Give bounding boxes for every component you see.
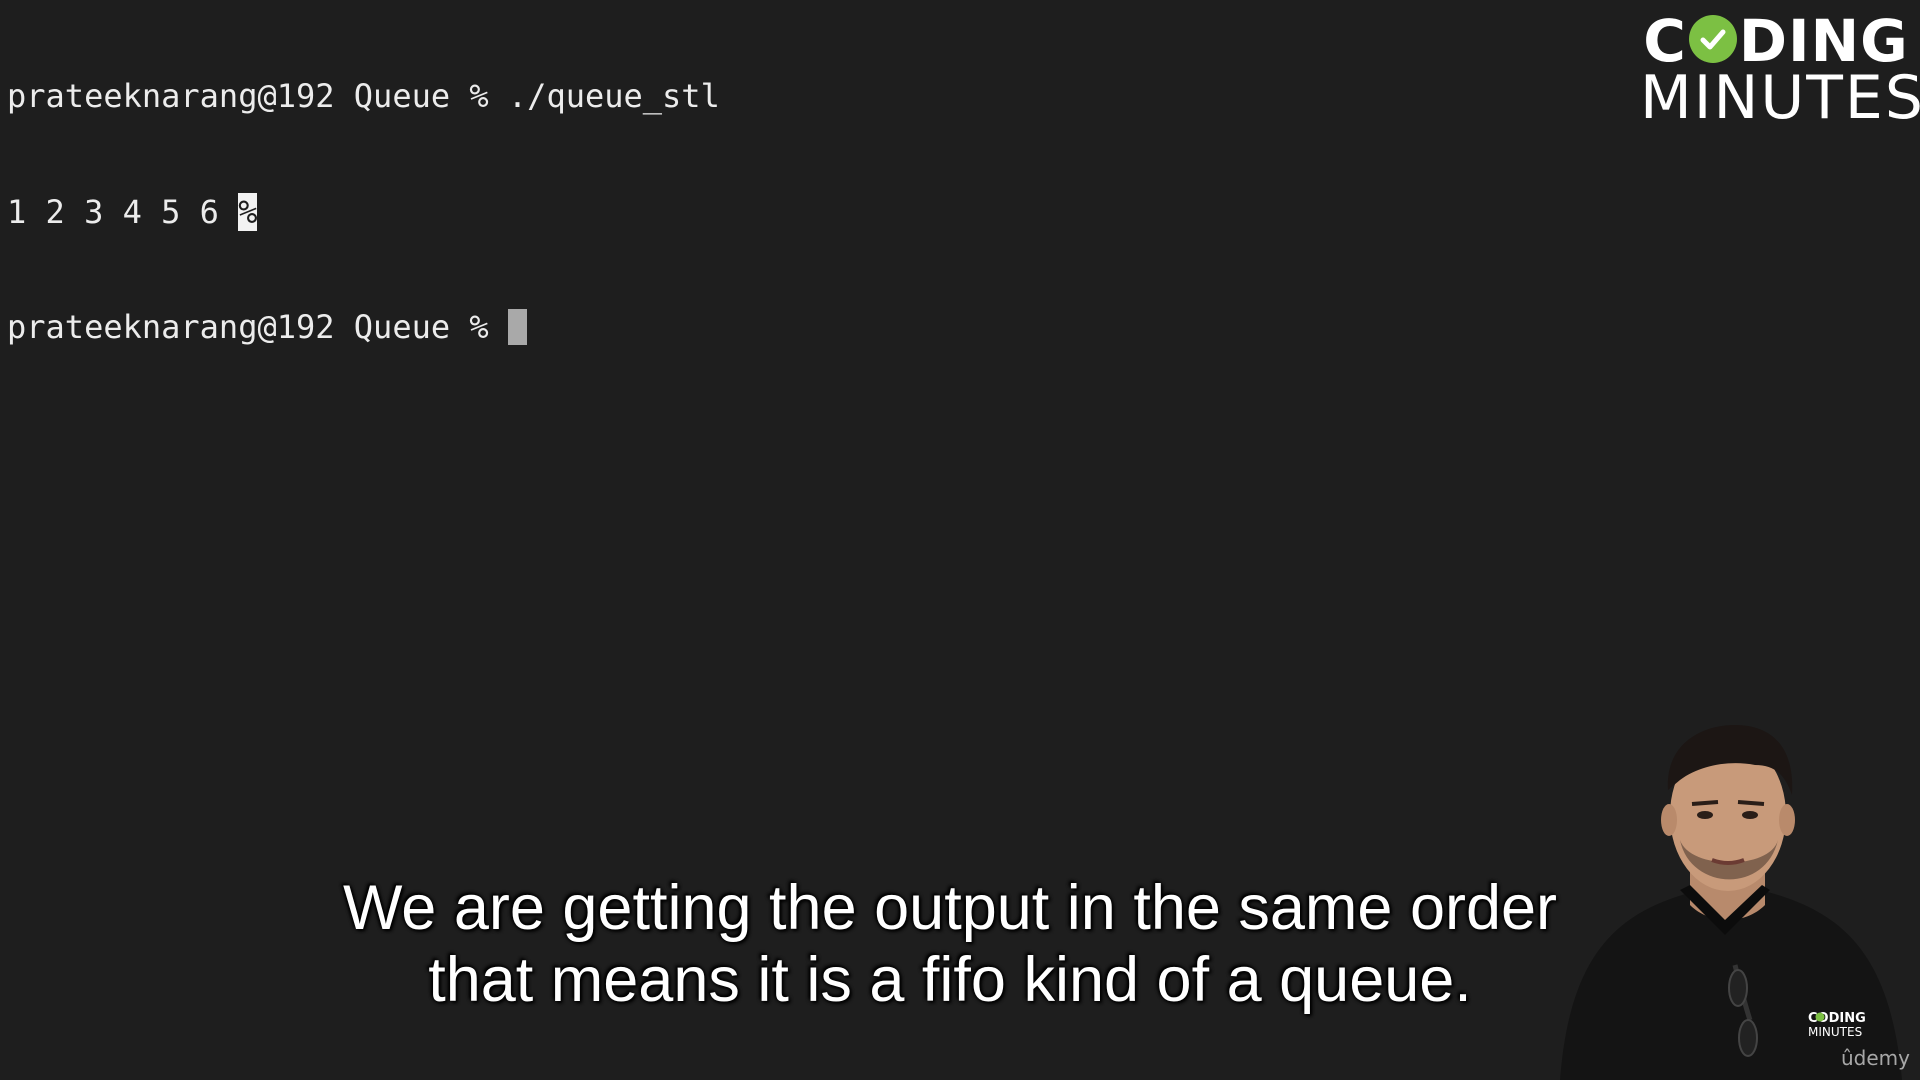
coding-minutes-logo: C DING MINUTES: [1640, 10, 1920, 133]
text-cursor: [507, 309, 527, 345]
logo-bottom-line: MINUTES: [1640, 63, 1920, 133]
presenter-video: CODING MINUTES: [1540, 720, 1920, 1080]
video-frame: prateeknarang@192 Queue % ./queue_stl 1 …: [0, 0, 1920, 1080]
caption-subtitle: We are getting the output in the same or…: [240, 872, 1660, 1016]
check-icon: [1688, 15, 1737, 63]
udemy-watermark: ûdemy: [1841, 1046, 1910, 1070]
terminal-output[interactable]: prateeknarang@192 Queue % ./queue_stl 1 …: [7, 0, 720, 424]
terminal-command-line: prateeknarang@192 Queue % ./queue_stl: [7, 77, 720, 115]
no-newline-marker: %: [238, 192, 258, 231]
terminal-prompt-line[interactable]: prateeknarang@192 Queue %: [7, 308, 720, 347]
terminal-program-output: 1 2 3 4 5 6 %: [7, 192, 720, 232]
caption-line-1: We are getting the output in the same or…: [342, 873, 1558, 943]
caption-line-2: that means it is a fifo kind of a queue.: [428, 945, 1472, 1015]
shirt-logo-bottom: MINUTES: [1808, 1025, 1862, 1039]
queue-values: 1 2 3 4 5 6: [7, 192, 239, 231]
terminal-prompt: prateeknarang@192 Queue %: [7, 308, 508, 346]
